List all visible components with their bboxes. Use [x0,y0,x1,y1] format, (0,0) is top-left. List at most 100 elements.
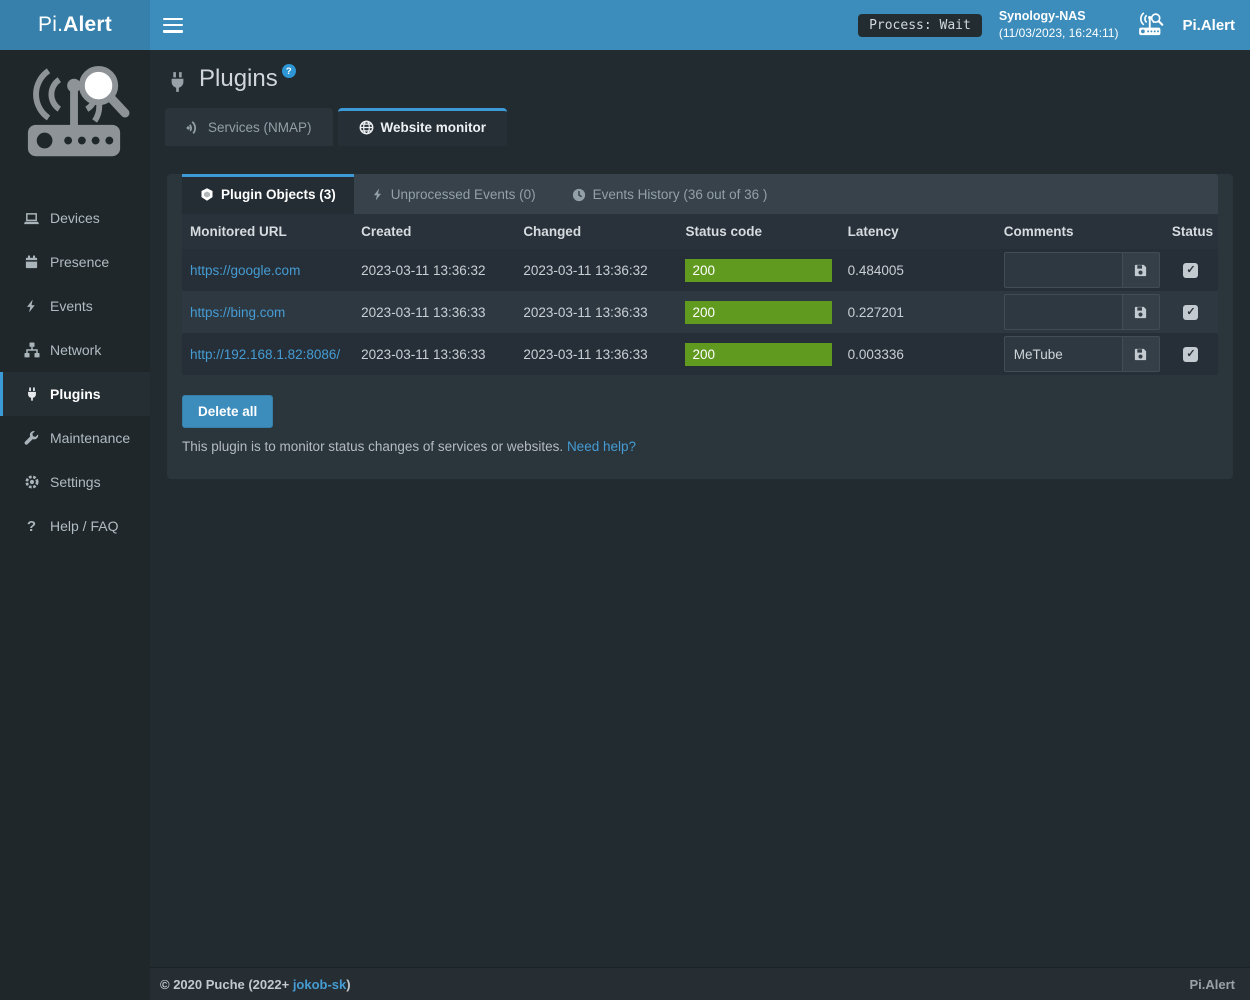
save-comment-button[interactable] [1122,252,1160,288]
app-name[interactable]: Pi.Alert [1182,17,1235,34]
tab-label: Events History (36 out of 36 ) [593,187,768,202]
help-badge[interactable]: ? [282,64,296,78]
jokob-sk-link[interactable]: jokob-sk [293,977,346,992]
clock-icon [572,188,586,202]
tab-label: Plugin Objects (3) [221,187,336,202]
tab-unprocessed-events[interactable]: Unprocessed Events (0) [354,174,554,214]
table-header-row: Monitored URL Created Changed Status cod… [182,214,1218,249]
sidebar-item-label: Plugins [50,386,101,402]
col-header-monitored-url: Monitored URL [182,214,353,249]
plug-icon [22,386,41,402]
host-info: Synology-NAS (11/03/2023, 16:24:11) [999,8,1119,41]
website-monitor-panel: Plugin Objects (3) Unprocessed Events (0… [167,174,1233,479]
sidebar-menu: Devices Presence Events Network Plugins [0,196,150,548]
status-code-badge: 200 [685,343,831,366]
sidebar-item-settings[interactable]: Settings [0,460,150,504]
monitored-url-link[interactable]: https://google.com [190,263,300,278]
created-cell: 2023-03-11 13:36:33 [353,291,515,333]
sidebar-item-plugins[interactable]: Plugins [0,372,150,416]
floppy-save-icon [1133,347,1148,362]
main-content: Plugins ? Services (NMAP) Website monito… [150,50,1250,1000]
col-header-comments: Comments [996,214,1164,249]
tab-label: Website monitor [381,120,487,135]
plug-icon [167,70,188,94]
globe-icon [359,120,374,135]
monitored-url-link[interactable]: http://192.168.1.82:8086/ [190,347,340,362]
sidebar-item-presence[interactable]: Presence [0,240,150,284]
brand-suffix: Alert [63,13,112,37]
floppy-save-icon [1133,305,1148,320]
satellite-dish-icon [186,120,201,135]
tab-label: Services (NMAP) [208,120,312,135]
changed-cell: 2023-03-11 13:36:33 [515,291,677,333]
changed-cell: 2023-03-11 13:36:33 [515,333,677,375]
brand-prefix: Pi. [38,13,63,37]
cube-icon [200,187,214,202]
comment-input[interactable] [1004,252,1122,288]
host-name: Synology-NAS [999,8,1119,25]
plugin-objects-table: Monitored URL Created Changed Status cod… [182,214,1218,375]
created-cell: 2023-03-11 13:36:32 [353,249,515,291]
table-row: https://google.com 2023-03-11 13:36:32 2… [182,249,1218,291]
router-icon [1135,12,1165,38]
col-header-status-code: Status code [677,214,839,249]
sidebar-item-help[interactable]: ? Help / FAQ [0,504,150,548]
need-help-link[interactable]: Need help? [567,439,636,454]
tab-services-nmap[interactable]: Services (NMAP) [165,108,333,146]
top-header: Pi.Alert Process: Wait Synology-NAS (11/… [0,0,1250,50]
save-comment-button[interactable] [1122,336,1160,372]
sidebar-item-maintenance[interactable]: Maintenance [0,416,150,460]
comment-input[interactable] [1004,336,1122,372]
calendar-icon [22,254,41,270]
sidebar-item-network[interactable]: Network [0,328,150,372]
copyright-prefix: © 2020 Puche (2022+ [160,977,293,992]
bolt-icon [372,187,384,202]
status-code-badge: 200 [685,301,831,324]
table-row: https://bing.com 2023-03-11 13:36:33 202… [182,291,1218,333]
tab-label: Unprocessed Events (0) [391,187,536,202]
host-timestamp: (11/03/2023, 16:24:11) [999,25,1119,41]
latency-cell: 0.484005 [840,249,996,291]
plugin-note: This plugin is to monitor status changes… [182,439,1218,454]
sidebar-item-events[interactable]: Events [0,284,150,328]
bolt-icon [22,298,41,314]
network-icon [22,342,41,358]
col-header-changed: Changed [515,214,677,249]
floppy-save-icon [1133,263,1148,278]
panel-tabs: Plugin Objects (3) Unprocessed Events (0… [182,174,1218,214]
tab-plugin-objects[interactable]: Plugin Objects (3) [182,174,354,214]
status-code-badge: 200 [685,259,831,282]
sidebar-item-label: Network [50,342,101,358]
status-checkbox[interactable]: ✓ [1183,263,1198,278]
changed-cell: 2023-03-11 13:36:32 [515,249,677,291]
question-icon: ? [22,518,41,535]
latency-cell: 0.227201 [840,291,996,333]
hamburger-menu-icon[interactable] [163,18,183,33]
tab-website-monitor[interactable]: Website monitor [338,108,508,146]
brand-logo[interactable]: Pi.Alert [0,0,150,50]
sidebar-item-label: Settings [50,474,101,490]
latency-cell: 0.003336 [840,333,996,375]
sidebar-item-devices[interactable]: Devices [0,196,150,240]
sidebar-item-label: Maintenance [50,430,130,446]
process-status-badge: Process: Wait [858,14,982,37]
table-row: http://192.168.1.82:8086/ 2023-03-11 13:… [182,333,1218,375]
wrench-icon [22,431,41,446]
save-comment-button[interactable] [1122,294,1160,330]
status-checkbox[interactable]: ✓ [1183,347,1198,362]
tab-events-history[interactable]: Events History (36 out of 36 ) [554,174,786,214]
footer: © 2020 Puche (2022+ jokob-sk) Pi.Alert [150,967,1250,1000]
footer-app-name: Pi.Alert [1189,977,1235,992]
col-header-status: Status [1164,214,1218,249]
sidebar-item-label: Devices [50,210,100,226]
monitored-url-link[interactable]: https://bing.com [190,305,285,320]
sidebar-item-label: Presence [50,254,109,270]
comment-input[interactable] [1004,294,1122,330]
sidebar-item-label: Events [50,298,93,314]
delete-all-button[interactable]: Delete all [182,395,273,428]
status-checkbox[interactable]: ✓ [1183,305,1198,320]
sidebar-item-label: Help / FAQ [50,518,118,534]
page-title: Plugins ? [165,58,1235,96]
created-cell: 2023-03-11 13:36:33 [353,333,515,375]
col-header-created: Created [353,214,515,249]
